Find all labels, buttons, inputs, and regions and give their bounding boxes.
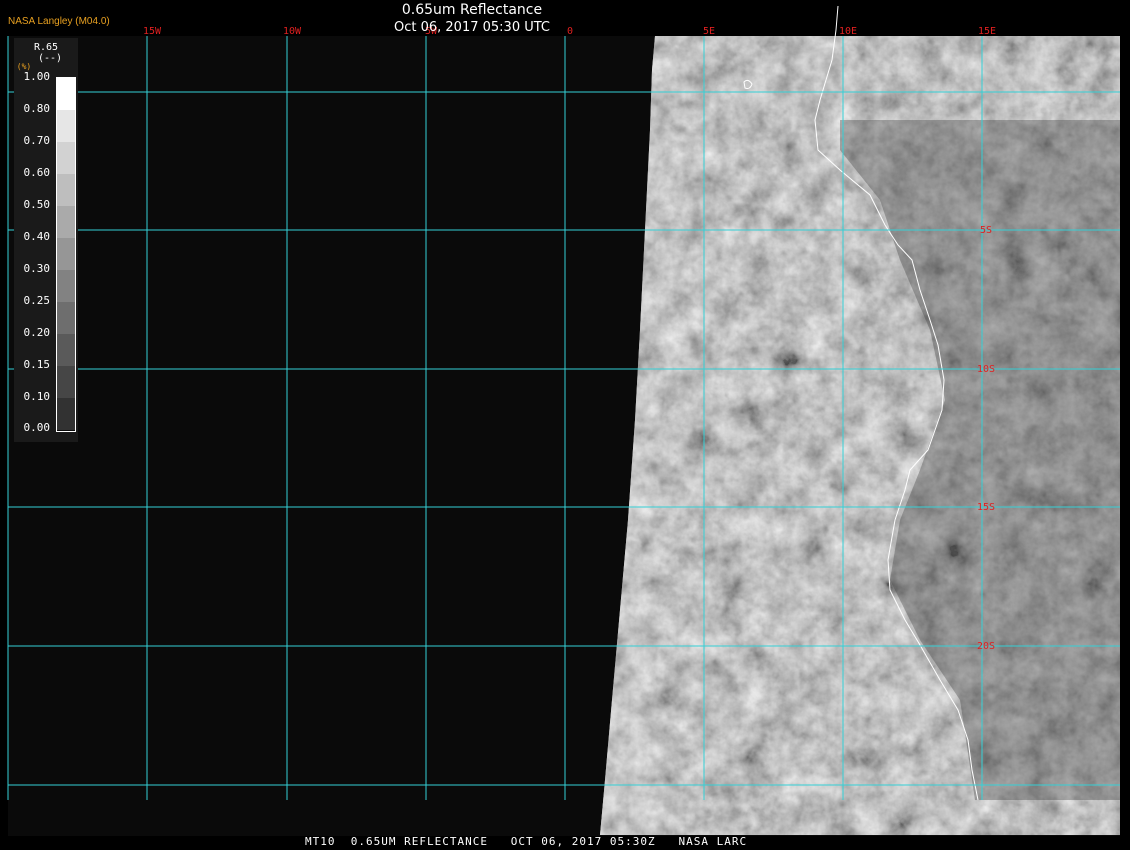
legend-tick-label: 0.80 [23, 102, 51, 115]
legend-tick-label: 0.10 [23, 390, 51, 403]
latitude-label: 15S [977, 502, 995, 513]
legend-tick-label: 0.00 [23, 421, 51, 434]
legend-swatch [57, 78, 75, 110]
satellite-swath [600, 36, 1120, 835]
color-legend: R.65 (--) (%) 1.00 0.80 0.70 0.60 0.50 0.40 0.… [14, 38, 78, 442]
legend-swatch [57, 206, 75, 238]
legend-tick-label: 0.15 [23, 358, 51, 371]
timestamp: Oct 06, 2017 05:30 UTC [394, 20, 550, 35]
legend-swatch [57, 366, 75, 398]
legend-swatch [57, 238, 75, 270]
legend-swatch [57, 110, 75, 142]
legend-tick-label: 0.25 [23, 294, 51, 307]
footer-text: MT10 0.65UM REFLECTANCE OCT 06, 2017 05:… [305, 835, 748, 848]
longitude-label: 10E [839, 26, 857, 37]
longitude-label: 15E [978, 26, 996, 37]
satellite-map[interactable]: 15W 10W 5W 0 5E 10E 15E 5S10S15S20S [0, 0, 1130, 850]
legend-title: R.65 [33, 42, 59, 53]
legend-swatch [57, 142, 75, 174]
satellite-image-viewer: 15W 10W 5W 0 5E 10E 15E 5S 10S 15S 20S NASA Langl… [0, 0, 1130, 850]
longitude-label: 15W [143, 26, 162, 37]
page-title: 0.65um Reflectance [401, 2, 543, 18]
legend-tick-label: 0.50 [23, 198, 51, 211]
legend-swatch [57, 398, 75, 430]
legend-tick-label: 0.70 [23, 134, 51, 147]
legend-swatch [57, 174, 75, 206]
legend-tick-label: 1.00 [23, 70, 51, 83]
legend-tick-label: 0.30 [23, 262, 51, 275]
legend-swatch [57, 302, 75, 334]
legend-tick-label: 0.20 [23, 326, 51, 339]
legend-swatch [57, 334, 75, 366]
latitude-label: 10S [977, 364, 995, 375]
legend-swatch [57, 430, 75, 431]
legend-swatch [57, 270, 75, 302]
legend-color-bar [56, 77, 76, 432]
longitude-label: 5E [703, 26, 715, 37]
legend-tick-label: 0.60 [23, 166, 51, 179]
latitude-label: 20S [977, 641, 995, 652]
org-label: NASA Langley (M04.0) [8, 16, 110, 27]
legend-tick-label: 0.40 [23, 230, 51, 243]
latitude-label: 5S [980, 225, 992, 236]
